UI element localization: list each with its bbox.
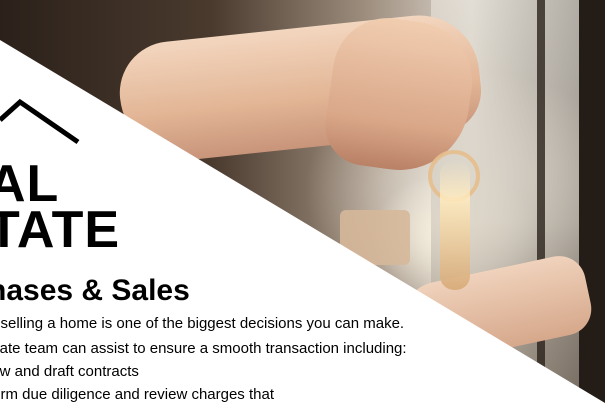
logo-line-2: TATE bbox=[0, 201, 121, 259]
real-estate-banner: AL TATE hases & Sales d selling a home i… bbox=[0, 0, 605, 403]
body-text-line: iew and draft contracts bbox=[0, 363, 139, 380]
body-text-line: d selling a home is one of the biggest d… bbox=[0, 315, 405, 332]
section-heading: hases & Sales bbox=[0, 274, 190, 307]
body-text-line: form due diligence and review charges th… bbox=[0, 386, 274, 403]
body-text-line: state team can assist to ensure a smooth… bbox=[0, 340, 407, 357]
text-panel: AL TATE hases & Sales d selling a home i… bbox=[0, 0, 605, 403]
